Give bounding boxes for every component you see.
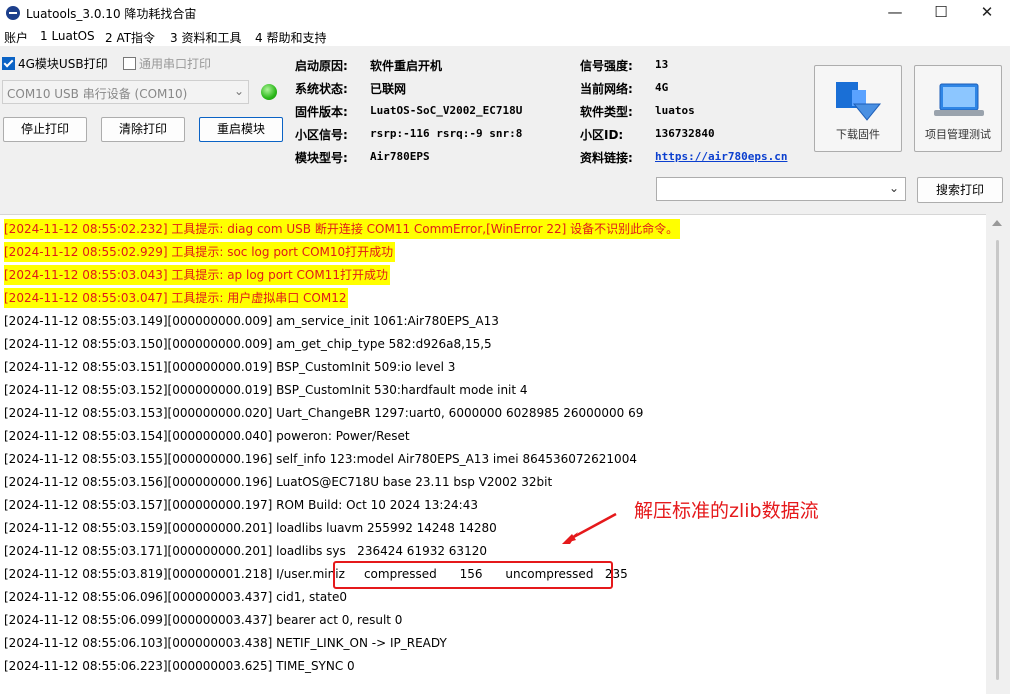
log-line: [2024-11-12 08:55:02.929] 工具提示: soc log … bbox=[4, 242, 396, 262]
usb-print-label: 4G模块USB打印 bbox=[18, 57, 108, 71]
clear-print-button[interactable]: 清除打印 bbox=[101, 117, 185, 142]
docs-link-label: 资料链接: bbox=[580, 151, 633, 165]
system-status-label: 系统状态: bbox=[295, 82, 348, 96]
software-type-label: 软件类型: bbox=[580, 105, 633, 119]
close-button[interactable]: ✕ bbox=[964, 0, 1010, 26]
title-bar: Luatools_3.0.10 降功耗找合宙 — ☐ ✕ bbox=[0, 0, 1010, 26]
usb-print-checkbox[interactable]: 4G模块USB打印 bbox=[2, 55, 108, 71]
log-line: [2024-11-12 08:55:03.149][000000000.009]… bbox=[4, 314, 499, 328]
log-line: [2024-11-12 08:55:03.171][000000000.201]… bbox=[4, 544, 487, 558]
log-line: [2024-11-12 08:55:03.043] 工具提示: ap log p… bbox=[4, 265, 390, 285]
menu-bar: 账户 1 LuatOS 2 AT指令 3 资料和工具 4 帮助和支持 bbox=[0, 26, 1010, 46]
log-line: [2024-11-12 08:55:03.155][000000000.196]… bbox=[4, 452, 637, 466]
module-label: 模块型号: bbox=[295, 151, 348, 165]
log-line: [2024-11-12 08:55:03.151][000000000.019]… bbox=[4, 360, 456, 374]
log-line: [2024-11-12 08:55:03.159][000000000.201]… bbox=[4, 521, 497, 535]
module-value: Air780EPS bbox=[370, 150, 430, 163]
log-line: [2024-11-12 08:55:03.047] 工具提示: 用户虚拟串口 C… bbox=[4, 288, 349, 308]
chevron-down-icon: ⌄ bbox=[233, 84, 244, 98]
search-combo[interactable]: ⌄ bbox=[656, 177, 906, 201]
log-line: [2024-11-12 08:55:06.223][000000003.625]… bbox=[4, 659, 355, 673]
annotation-text: 解压标准的zlib数据流 bbox=[634, 500, 819, 522]
serial-print-label: 通用串口打印 bbox=[139, 57, 212, 71]
menu-help-support[interactable]: 4 帮助和支持 bbox=[255, 29, 326, 46]
cell-id-value: 136732840 bbox=[655, 127, 715, 140]
docs-link[interactable]: https://air780eps.cn bbox=[655, 150, 787, 163]
network-value: 4G bbox=[655, 81, 669, 94]
log-scrollbar[interactable] bbox=[986, 214, 1010, 693]
log-line: [2024-11-12 08:55:03.153][000000000.020]… bbox=[4, 406, 644, 420]
search-print-button[interactable]: 搜索打印 bbox=[917, 177, 1003, 203]
status-led-icon bbox=[261, 84, 277, 100]
download-firmware-label: 下载固件 bbox=[836, 128, 880, 141]
download-icon bbox=[836, 82, 882, 121]
minimize-button[interactable]: — bbox=[872, 0, 918, 26]
maximize-button[interactable]: ☐ bbox=[918, 0, 964, 26]
menu-at-commands[interactable]: 2 AT指令 bbox=[105, 29, 155, 46]
download-firmware-button[interactable]: 下载固件 bbox=[814, 65, 902, 152]
cell-id-label: 小区ID: bbox=[580, 128, 624, 142]
signal-strength-value: 13 bbox=[655, 58, 669, 71]
laptop-icon bbox=[934, 83, 984, 116]
annotation-highlight-box bbox=[333, 561, 613, 589]
scroll-thumb[interactable] bbox=[996, 240, 999, 680]
log-line: [2024-11-12 08:55:02.232] 工具提示: diag com… bbox=[4, 219, 681, 239]
boot-reason-label: 启动原因: bbox=[295, 59, 348, 73]
log-line: [2024-11-12 08:55:06.096][000000003.437]… bbox=[4, 590, 347, 604]
port-select-value: COM10 USB 串行设备 (COM10) bbox=[7, 87, 188, 101]
log-line: [2024-11-12 08:55:06.103][000000003.438]… bbox=[4, 636, 447, 650]
checkbox-unchecked-icon bbox=[123, 57, 136, 70]
log-line: [2024-11-12 08:55:03.152][000000000.019]… bbox=[4, 383, 528, 397]
menu-account[interactable]: 账户 bbox=[4, 29, 28, 46]
app-logo-icon bbox=[6, 6, 20, 20]
annotation-arrow-icon bbox=[562, 512, 617, 544]
window-title: Luatools_3.0.10 降功耗找合宙 bbox=[26, 7, 197, 21]
signal-strength-label: 信号强度: bbox=[580, 59, 633, 73]
chevron-down-icon: ⌄ bbox=[888, 181, 899, 195]
cell-signal-value: rsrp:-116 rsrq:-9 snr:8 bbox=[370, 127, 523, 140]
firmware-label: 固件版本: bbox=[295, 105, 348, 119]
scroll-up-icon[interactable] bbox=[992, 220, 1002, 226]
log-line: [2024-11-12 08:55:06.099][000000003.437]… bbox=[4, 613, 403, 627]
log-line: [2024-11-12 08:55:03.154][000000000.040]… bbox=[4, 429, 410, 443]
stop-print-button[interactable]: 停止打印 bbox=[3, 117, 87, 142]
boot-reason-value: 软件重启开机 bbox=[370, 59, 443, 73]
firmware-value: LuatOS-SoC_V2002_EC718U bbox=[370, 104, 523, 117]
menu-luatos[interactable]: 1 LuatOS bbox=[40, 29, 95, 43]
network-label: 当前网络: bbox=[580, 82, 633, 96]
port-select[interactable]: COM10 USB 串行设备 (COM10) ⌄ bbox=[2, 80, 249, 104]
log-line: [2024-11-12 08:55:03.156][000000000.196]… bbox=[4, 475, 553, 489]
menu-resources-tools[interactable]: 3 资料和工具 bbox=[170, 29, 241, 46]
log-line: [2024-11-12 08:55:03.157][000000000.197]… bbox=[4, 498, 478, 512]
cell-signal-label: 小区信号: bbox=[295, 128, 348, 142]
system-status-value: 已联网 bbox=[370, 82, 407, 96]
project-test-label: 项目管理测试 bbox=[925, 128, 991, 141]
restart-module-button[interactable]: 重启模块 bbox=[199, 117, 283, 142]
log-line: [2024-11-12 08:55:03.150][000000000.009]… bbox=[4, 337, 492, 351]
project-test-button[interactable]: 项目管理测试 bbox=[914, 65, 1002, 152]
checkbox-checked-icon bbox=[2, 57, 15, 70]
log-panel[interactable]: [2024-11-12 08:55:02.232] 工具提示: diag com… bbox=[0, 214, 986, 694]
serial-print-checkbox[interactable]: 通用串口打印 bbox=[123, 55, 212, 71]
software-type-value: luatos bbox=[655, 104, 695, 117]
